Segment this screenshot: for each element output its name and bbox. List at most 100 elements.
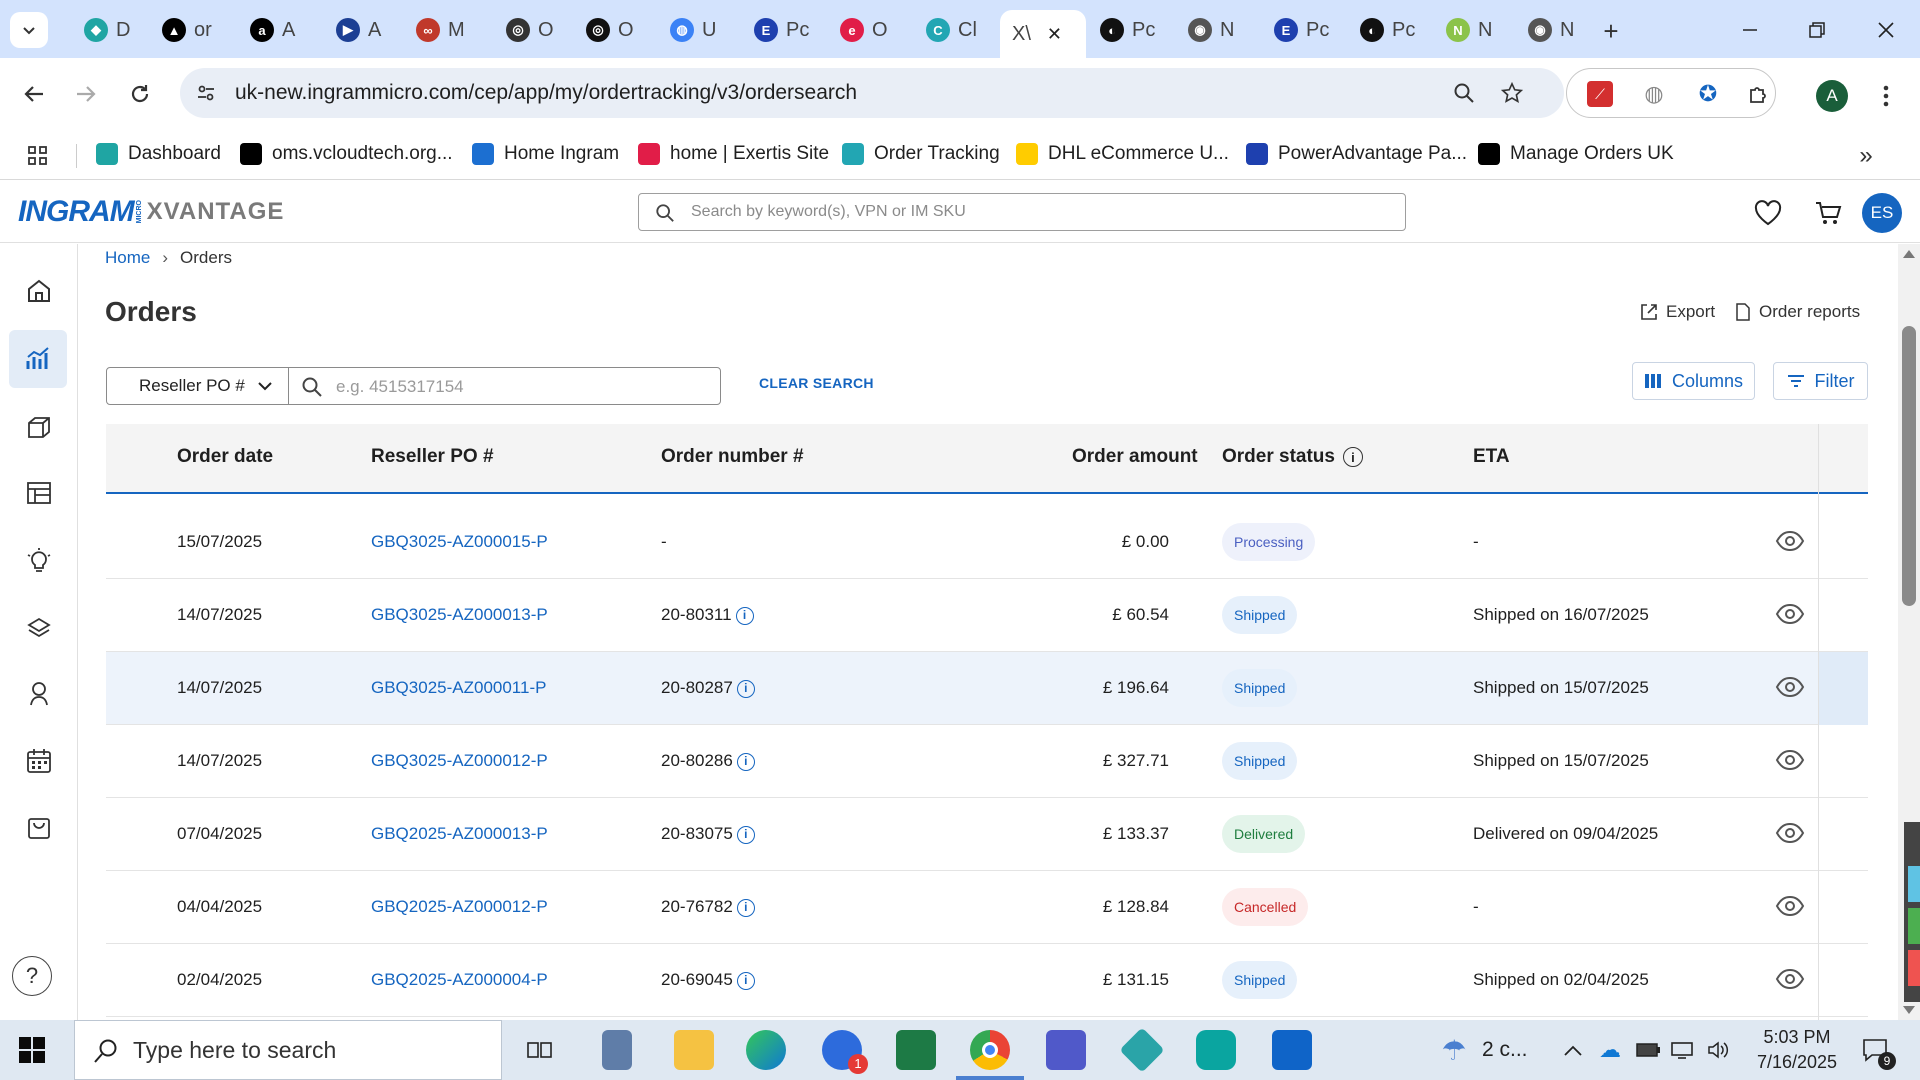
order-info-icon[interactable]: i bbox=[736, 825, 755, 844]
nav-support-icon[interactable] bbox=[18, 672, 60, 714]
reseller-po-link[interactable]: GBQ3025-AZ000015-P bbox=[371, 532, 548, 552]
header-order-date[interactable]: Order date bbox=[177, 446, 273, 468]
cart-icon[interactable] bbox=[1812, 197, 1844, 229]
site-search-box[interactable]: Search by keyword(s), VPN or IM SKU bbox=[638, 193, 1406, 231]
view-order-eye-icon[interactable] bbox=[1775, 822, 1805, 846]
network-icon[interactable] bbox=[1668, 1038, 1696, 1062]
side-widget[interactable] bbox=[1904, 822, 1920, 1002]
nav-orders-icon[interactable] bbox=[9, 330, 67, 388]
table-row[interactable]: 14/07/2025 GBQ3025-AZ000011-P 20-80287 i £ 1… bbox=[106, 652, 1868, 725]
url-text[interactable]: uk-new.ingrammicro.com/cep/app/my/ordert… bbox=[235, 81, 857, 105]
browser-tab[interactable]: C Cl bbox=[912, 10, 1000, 50]
bookmark-item[interactable]: Home Ingram bbox=[472, 138, 619, 170]
browser-tab[interactable]: eO bbox=[826, 10, 912, 50]
header-order-status[interactable]: Order status i bbox=[1222, 446, 1363, 468]
page-scrollbar[interactable] bbox=[1898, 244, 1920, 1020]
scrollbar-thumb[interactable] bbox=[1902, 326, 1916, 606]
browser-tab[interactable]: aA bbox=[236, 10, 322, 50]
header-order-number[interactable]: Order number # bbox=[661, 446, 804, 468]
site-info-icon[interactable] bbox=[192, 79, 220, 107]
nav-calendar-icon[interactable] bbox=[18, 740, 60, 782]
app-diamond-icon[interactable] bbox=[1119, 1027, 1165, 1073]
browser-tab[interactable]: ◎ O bbox=[572, 10, 656, 50]
new-tab-icon[interactable]: + bbox=[1596, 16, 1626, 46]
table-row[interactable]: 04/04/2025 GBQ2025-AZ000012-P 20-76782 i £ 1… bbox=[106, 871, 1868, 944]
bookmark-star-icon[interactable] bbox=[1498, 79, 1526, 107]
clock-time[interactable]: 5:03 PM bbox=[1754, 1027, 1840, 1048]
reseller-po-link[interactable]: GBQ3025-AZ000012-P bbox=[371, 751, 548, 771]
pdf-extension-icon[interactable]: ⟋ bbox=[1587, 81, 1613, 107]
restore-icon[interactable] bbox=[1797, 12, 1837, 48]
browser-tab[interactable]: X\ ✕ bbox=[1000, 10, 1086, 58]
browser-tab[interactable]: NN bbox=[1432, 10, 1514, 50]
browser-tab[interactable]: E Pc bbox=[740, 10, 826, 50]
breadcrumb-home[interactable]: Home bbox=[105, 248, 150, 268]
address-bar[interactable]: uk-new.ingrammicro.com/cep/app/my/ordert… bbox=[180, 68, 1564, 118]
puzzle-extension-icon[interactable] bbox=[1745, 79, 1773, 109]
nav-home-icon[interactable] bbox=[18, 270, 60, 312]
bookmark-item[interactable]: DHL eCommerce U... bbox=[1016, 138, 1229, 170]
export-button[interactable]: Export bbox=[1640, 302, 1715, 322]
browser-tab[interactable]: ◐ Pc bbox=[1086, 10, 1174, 50]
nav-dashboard-icon[interactable] bbox=[18, 472, 60, 514]
nav-shopping-icon[interactable] bbox=[18, 806, 60, 848]
view-order-eye-icon[interactable] bbox=[1775, 749, 1805, 773]
edge-icon[interactable] bbox=[746, 1030, 786, 1070]
browser-tab[interactable]: E Pc bbox=[1260, 10, 1346, 50]
close-window-icon[interactable] bbox=[1866, 12, 1906, 48]
browser-tab[interactable]: ∞ M bbox=[402, 10, 492, 50]
browser-tab[interactable]: ◉ N bbox=[1514, 10, 1592, 50]
apps-grid-icon[interactable] bbox=[24, 142, 52, 170]
nav-ideas-icon[interactable] bbox=[18, 540, 60, 582]
zoom-icon[interactable] bbox=[1450, 79, 1478, 107]
columns-button[interactable]: Columns bbox=[1632, 362, 1755, 400]
bookmark-item[interactable]: PowerAdvantage Pa... bbox=[1246, 138, 1467, 170]
bookmark-item[interactable]: Manage Orders UK bbox=[1478, 138, 1674, 170]
back-icon[interactable] bbox=[16, 76, 52, 112]
reseller-po-link[interactable]: GBQ3025-AZ000011-P bbox=[371, 678, 546, 698]
excel-icon[interactable] bbox=[896, 1030, 936, 1070]
order-search-input[interactable]: e.g. 4515317154 bbox=[288, 367, 721, 405]
scroll-up-arrow-icon[interactable] bbox=[1903, 250, 1915, 258]
scroll-down-arrow-icon[interactable] bbox=[1903, 1006, 1915, 1014]
file-explorer-icon[interactable] bbox=[674, 1030, 714, 1070]
battery-icon[interactable] bbox=[1634, 1038, 1662, 1062]
reseller-po-link[interactable]: GBQ2025-AZ000013-P bbox=[371, 824, 548, 844]
browser-tab[interactable]: ▶ A bbox=[322, 10, 402, 50]
order-info-icon[interactable]: i bbox=[736, 971, 755, 990]
globe-extension-icon[interactable]: ◍ bbox=[1641, 81, 1667, 107]
reseller-po-link[interactable]: GBQ2025-AZ000012-P bbox=[371, 897, 548, 917]
minimize-icon[interactable] bbox=[1730, 12, 1770, 48]
browser-tab[interactable]: ◍ U bbox=[656, 10, 740, 50]
table-row[interactable]: 07/04/2025 GBQ2025-AZ000013-P 20-83075 i £ 1… bbox=[106, 798, 1868, 871]
table-row[interactable]: 02/04/2025 GBQ2025-AZ000004-P 20-69045 i £ 1… bbox=[106, 944, 1868, 1017]
view-order-eye-icon[interactable] bbox=[1775, 530, 1805, 554]
table-row[interactable]: 14/07/2025 GBQ3025-AZ000012-P 20-80286 i £ 3… bbox=[106, 725, 1868, 798]
ingram-logo[interactable]: INGRAM MICRO XVANTAGE bbox=[18, 195, 284, 229]
menu-kebab-icon[interactable] bbox=[1872, 78, 1900, 114]
view-order-eye-icon[interactable] bbox=[1775, 603, 1805, 627]
order-reports-button[interactable]: Order reports bbox=[1735, 302, 1860, 322]
weather-icon[interactable]: ☂ bbox=[1436, 1032, 1472, 1068]
view-order-eye-icon[interactable] bbox=[1775, 895, 1805, 919]
volume-icon[interactable] bbox=[1704, 1038, 1732, 1062]
bookmark-item[interactable]: Dashboard bbox=[96, 138, 221, 170]
bookmark-item[interactable]: Order Tracking bbox=[842, 138, 1000, 170]
notifications-icon[interactable]: 9 bbox=[1858, 1034, 1896, 1070]
table-row[interactable]: 15/07/2025 GBQ3025-AZ000015-P - £ 0.00 Proce… bbox=[106, 506, 1868, 579]
header-eta[interactable]: ETA bbox=[1473, 446, 1510, 468]
info-icon[interactable]: i bbox=[1342, 447, 1363, 467]
bookmark-item[interactable]: home | Exertis Site bbox=[638, 138, 829, 170]
calculator-icon[interactable] bbox=[602, 1030, 632, 1070]
close-tab-icon[interactable]: ✕ bbox=[1047, 24, 1062, 45]
windows-start-icon[interactable] bbox=[16, 1034, 48, 1066]
browser-tab[interactable]: ◐ Pc bbox=[1346, 10, 1432, 50]
outlook-icon[interactable] bbox=[1272, 1030, 1312, 1070]
app-s-icon[interactable] bbox=[1196, 1030, 1236, 1070]
gear-extension-icon[interactable]: ✪ bbox=[1695, 81, 1721, 107]
help-icon[interactable]: ? bbox=[12, 956, 52, 996]
clock-date[interactable]: 7/16/2025 bbox=[1748, 1052, 1846, 1073]
reseller-po-link[interactable]: GBQ3025-AZ000013-P bbox=[371, 605, 548, 625]
weather-text[interactable]: 2 c... bbox=[1482, 1038, 1528, 1062]
browser-tab[interactable]: ◉ N bbox=[1174, 10, 1260, 50]
